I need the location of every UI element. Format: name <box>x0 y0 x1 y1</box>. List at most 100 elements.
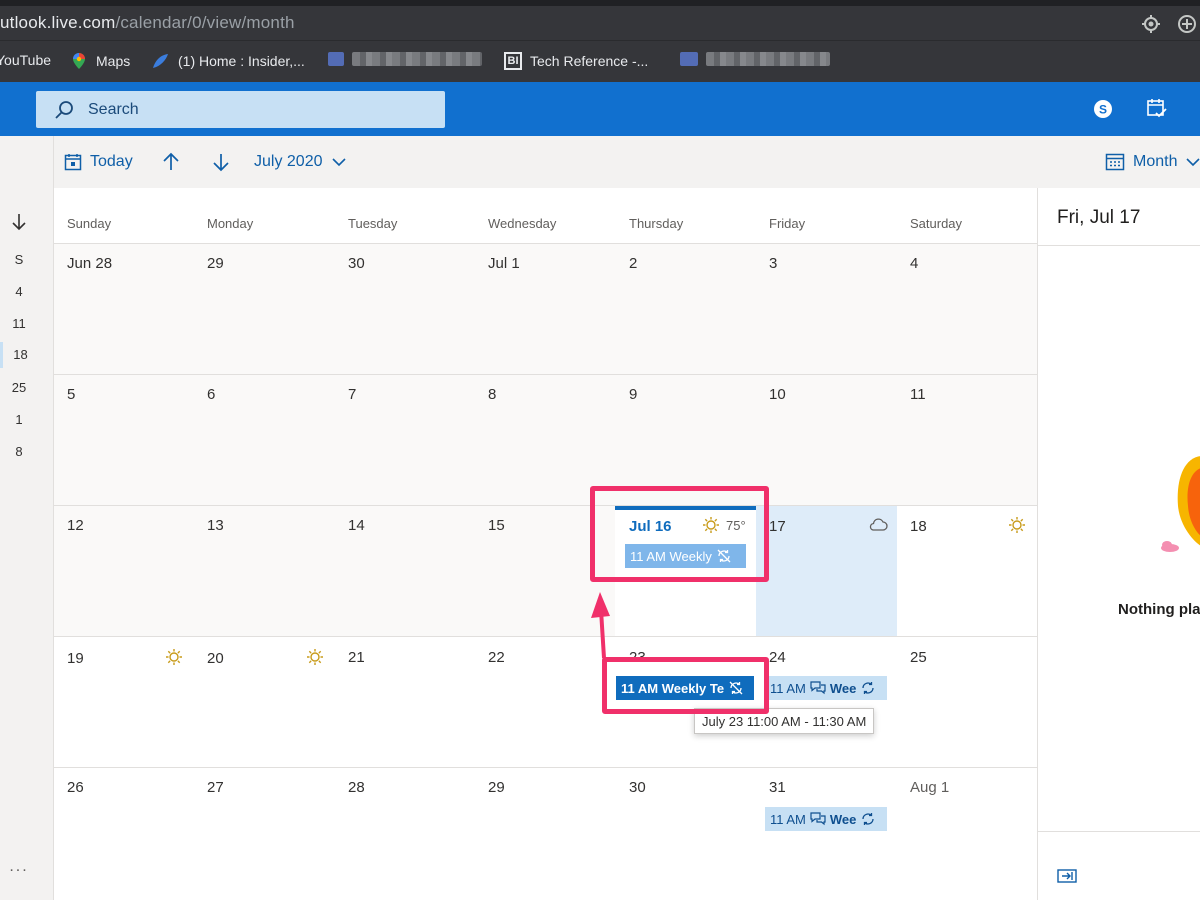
command-bar: Today July 2020 Month <box>54 136 1200 188</box>
month-grid: Sunday Monday Tuesday Wednesday Thursday… <box>54 188 1037 900</box>
week-row-past[interactable] <box>54 506 615 636</box>
mini-week-row[interactable]: 8 <box>0 444 38 459</box>
mini-week-row[interactable]: 11 <box>0 316 38 331</box>
weekday-header: Thursday <box>629 216 684 231</box>
chat-icon <box>810 681 826 695</box>
event-weekly-jul31[interactable]: 11 AM Wee <box>765 807 887 831</box>
day-number[interactable]: 19 <box>67 650 84 667</box>
add-icon[interactable] <box>1177 14 1197 34</box>
day-number[interactable]: 4 <box>910 255 918 272</box>
arrow-down-icon[interactable] <box>212 152 230 172</box>
day-number[interactable]: Aug 1 <box>910 779 949 796</box>
day-number[interactable]: 7 <box>348 386 356 403</box>
day-number[interactable]: 18 <box>910 518 927 535</box>
cloud-icon <box>869 518 888 531</box>
row-divider <box>54 767 1037 768</box>
location-icon[interactable] <box>1141 14 1161 34</box>
day-number[interactable]: 25 <box>910 649 927 666</box>
sun-icon <box>307 649 323 665</box>
day-number[interactable]: 26 <box>67 779 84 796</box>
sun-icon <box>166 649 182 665</box>
mini-calendar-rail: S 4 11 18 25 1 8 ... <box>0 136 54 900</box>
highlight-box-jul23 <box>602 657 769 714</box>
week-row-past[interactable] <box>54 244 1037 374</box>
mini-week-row[interactable]: 4 <box>0 284 38 299</box>
arrow-down-icon[interactable] <box>11 213 27 231</box>
bookmark-maps[interactable]: Maps <box>70 52 130 70</box>
search-placeholder: Search <box>88 100 139 118</box>
browser-url-bar[interactable]: utlook.live.com/calendar/0/view/month <box>0 0 1200 40</box>
day-number[interactable]: 30 <box>629 779 646 796</box>
month-picker-button[interactable]: July 2020 <box>254 136 347 188</box>
row-divider <box>54 636 1037 637</box>
day-number[interactable]: 29 <box>207 255 224 272</box>
day-number[interactable]: Jul 1 <box>488 255 520 272</box>
mini-week-row[interactable]: 25 <box>0 380 38 395</box>
day-number[interactable]: 8 <box>488 386 496 403</box>
url-text[interactable]: utlook.live.com/calendar/0/view/month <box>0 13 295 33</box>
pane-divider <box>1038 245 1200 246</box>
day-number[interactable]: 28 <box>348 779 365 796</box>
annotation-arrow-icon <box>591 592 610 659</box>
bookmark-tech-reference[interactable]: BI Tech Reference -... <box>504 52 648 70</box>
view-switcher-button[interactable]: Month <box>1105 136 1200 188</box>
day-number[interactable]: 22 <box>488 649 505 666</box>
bi-badge: BI <box>504 52 522 70</box>
day-number[interactable]: 6 <box>207 386 215 403</box>
weekday-header: Tuesday <box>348 216 398 231</box>
day-number[interactable]: 5 <box>67 386 75 403</box>
calendar-today-icon <box>64 154 82 171</box>
day-number[interactable]: 20 <box>207 650 224 667</box>
pane-footer-divider <box>1038 831 1200 832</box>
day-number[interactable]: 14 <box>348 517 365 534</box>
expand-pane-icon[interactable] <box>1057 868 1077 884</box>
day-number[interactable]: 31 <box>769 779 786 796</box>
app-header: Search S <box>0 82 1200 136</box>
day-number[interactable]: 24 <box>769 649 786 666</box>
feather-icon <box>153 54 168 68</box>
maps-icon <box>73 53 85 69</box>
my-day-icon[interactable] <box>1146 98 1168 120</box>
day-number[interactable]: 30 <box>348 255 365 272</box>
today-button[interactable]: Today <box>64 136 133 188</box>
day-number[interactable]: 27 <box>207 779 224 796</box>
day-number[interactable]: 2 <box>629 255 637 272</box>
day-number[interactable]: 29 <box>488 779 505 796</box>
highlight-box-jul16 <box>590 486 769 582</box>
blurred-label <box>352 52 482 66</box>
weekday-header: Sunday <box>67 216 112 231</box>
day-number[interactable]: 9 <box>629 386 637 403</box>
mini-week-row[interactable]: 1 <box>0 412 38 427</box>
day-number[interactable]: 21 <box>348 649 365 666</box>
week-row-past[interactable] <box>54 375 1037 505</box>
day-number[interactable]: 3 <box>769 255 777 272</box>
empty-state-text: Nothing pla <box>1118 601 1200 618</box>
row-divider <box>54 505 1037 506</box>
bookmarks-bar: YouTube Maps (1) Home : Insider,... BI T… <box>0 40 1200 82</box>
weekday-header: Monday <box>207 216 254 231</box>
bookmark-blurred-2[interactable] <box>680 52 830 66</box>
day-number[interactable]: 11 <box>910 386 926 403</box>
day-number[interactable]: 17 <box>769 518 786 535</box>
search-input[interactable]: Search <box>36 91 445 128</box>
recurrence-icon <box>862 813 875 825</box>
arrow-up-icon[interactable] <box>162 152 180 172</box>
sun-icon <box>1009 517 1025 533</box>
more-apps-button[interactable]: ... <box>0 858 38 876</box>
event-weekly-jul24[interactable]: 11 AM Wee <box>765 676 887 700</box>
mini-weekday: S <box>14 252 24 267</box>
day-number[interactable]: 13 <box>207 517 224 534</box>
skype-icon[interactable]: S <box>1093 99 1113 119</box>
day-number[interactable]: 10 <box>769 386 786 403</box>
bookmark-youtube[interactable]: YouTube <box>0 52 51 68</box>
day-number[interactable]: 15 <box>488 517 505 534</box>
favicon-blurred <box>680 52 698 66</box>
calendar-month-icon <box>1105 153 1125 171</box>
day-number[interactable]: Jun 28 <box>67 255 112 272</box>
day-number[interactable]: 12 <box>67 517 84 534</box>
mini-week-row-selected[interactable]: 18 <box>0 342 38 368</box>
recurrence-icon <box>862 682 875 694</box>
bookmark-blurred-1[interactable] <box>328 52 482 66</box>
bookmark-insider[interactable]: (1) Home : Insider,... <box>150 52 305 70</box>
day-detail-pane: Fri, Jul 17 Nothing pla <box>1037 188 1200 900</box>
